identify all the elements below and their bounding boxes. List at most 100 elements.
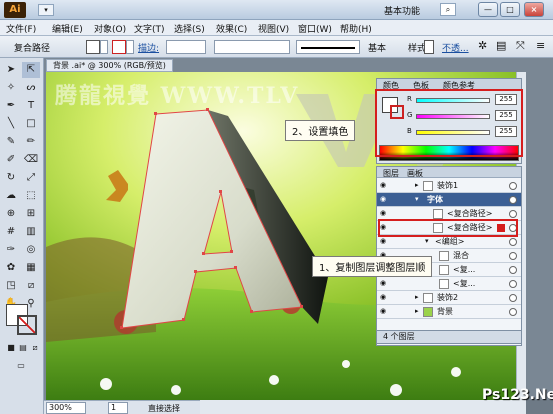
magic-wand-icon[interactable]: ✧ [2, 80, 20, 96]
gradient-tool-icon[interactable]: ▥ [22, 224, 40, 240]
variable-width-select[interactable] [214, 40, 290, 54]
layer-name[interactable]: 混合 [453, 249, 469, 262]
visibility-eye-icon[interactable]: ◉ [380, 307, 389, 316]
layer-target-icon[interactable] [509, 182, 517, 190]
layer-name[interactable]: <复... [453, 263, 475, 276]
pencil-icon[interactable]: ✏ [22, 134, 40, 150]
stroke-profile-select[interactable] [296, 40, 360, 54]
menu-window[interactable]: 窗口(W) [298, 22, 332, 35]
warp-tool-icon[interactable]: ☁ [2, 188, 20, 204]
layer-target-icon[interactable] [509, 252, 517, 260]
lasso-icon[interactable]: ᔕ [22, 80, 40, 96]
zoom-field[interactable]: 300% [46, 402, 86, 414]
scale-tool-icon[interactable]: ⤢ [22, 170, 40, 186]
stroke-swatch[interactable] [112, 40, 126, 54]
menu-select[interactable]: 选择(S) [174, 22, 205, 35]
close-button[interactable]: × [524, 2, 544, 17]
horizontal-scrollbar[interactable] [200, 400, 526, 414]
rotate-tool-icon[interactable]: ↻ [2, 170, 20, 186]
shape-builder-icon[interactable]: ⊕ [2, 206, 20, 222]
layer-target-icon[interactable] [509, 266, 517, 274]
layer-name[interactable]: 装饰1 [437, 179, 458, 192]
expand-arrow-icon[interactable]: ▸ [415, 305, 419, 318]
toolbox: ➤ ⇱ ✧ ᔕ ✒ T ╲ □ ✎ ✏ ✐ ⌫ ↻ ⤢ ☁ ⬚ ⊕ ⊞ # ▥ … [0, 58, 44, 414]
expand-arrow-icon[interactable]: ▾ [415, 193, 419, 206]
tab-artboards[interactable]: 画板 [407, 168, 423, 179]
fill-swatch[interactable] [86, 40, 100, 54]
maximize-button[interactable]: □ [500, 2, 520, 17]
graph-tool-icon[interactable]: ▦ [22, 260, 40, 276]
layer-row[interactable]: ◉ <复... [377, 277, 521, 291]
layer-target-icon[interactable] [509, 196, 517, 204]
status-bar: 300% 1 直接选择 [44, 400, 200, 414]
layer-row[interactable]: ◉ ▸ 背景 [377, 305, 521, 319]
slice-tool-icon[interactable]: ⧄ [22, 278, 40, 294]
layer-target-icon[interactable] [509, 308, 517, 316]
layer-name[interactable]: 装饰2 [437, 291, 458, 304]
expand-arrow-icon[interactable]: ▸ [415, 179, 419, 192]
artboard-page-field[interactable]: 1 [108, 402, 128, 414]
layer-target-icon[interactable] [509, 294, 517, 302]
menu-view[interactable]: 视图(V) [258, 22, 289, 35]
stroke-label[interactable]: 描边: [138, 41, 159, 54]
title-dropdown-icon[interactable]: ▾ [38, 4, 54, 16]
workspace-switcher[interactable]: 基本功能 [384, 4, 420, 17]
visibility-eye-icon[interactable]: ◉ [380, 209, 389, 218]
expand-arrow-icon[interactable]: ▸ [415, 291, 419, 304]
eyedropper-icon[interactable]: ✑ [2, 242, 20, 258]
symbol-sprayer-icon[interactable]: ✿ [2, 260, 20, 276]
visibility-eye-icon[interactable]: ◉ [380, 293, 389, 302]
menu-edit[interactable]: 编辑(E) [52, 22, 83, 35]
layer-row[interactable]: ◉ ▸ 装饰2 [377, 291, 521, 305]
mesh-tool-icon[interactable]: # [2, 224, 20, 240]
menu-file[interactable]: 文件(F) [6, 22, 36, 35]
paintbrush-icon[interactable]: ✎ [2, 134, 20, 150]
menu-object[interactable]: 对象(O) [94, 22, 126, 35]
stroke-weight-input[interactable] [166, 40, 206, 54]
type-tool-icon[interactable]: T [22, 98, 40, 114]
visibility-eye-icon[interactable]: ◉ [380, 181, 389, 190]
document-tab[interactable]: 背景 .ai* @ 300% (RGB/预览) [46, 59, 173, 72]
visibility-eye-icon[interactable]: ◉ [380, 279, 389, 288]
menu-effect[interactable]: 效果(C) [216, 22, 247, 35]
free-transform-icon[interactable]: ⬚ [22, 188, 40, 204]
menu-help[interactable]: 帮助(H) [340, 22, 372, 35]
search-icon[interactable]: ⌕ [440, 3, 456, 16]
blob-brush-icon[interactable]: ✐ [2, 152, 20, 168]
eraser-icon[interactable]: ⌫ [22, 152, 40, 168]
minimize-button[interactable]: — [478, 2, 498, 17]
rectangle-tool-icon[interactable]: □ [22, 116, 40, 132]
stroke-color-box[interactable] [17, 315, 37, 335]
blend-tool-icon[interactable]: ◎ [22, 242, 40, 258]
layer-target-icon[interactable] [509, 238, 517, 246]
none-mode-icon[interactable]: ⧄ [26, 340, 44, 356]
menu-type[interactable]: 文字(T) [134, 22, 165, 35]
artboard-tool-icon[interactable]: ◳ [2, 278, 20, 294]
stroke-dropdown-icon[interactable] [126, 40, 134, 54]
transform-icon[interactable]: ⤧ [516, 39, 525, 53]
align-icon[interactable]: ▤ [496, 39, 506, 52]
screen-mode-icon[interactable]: ▭ [12, 358, 30, 374]
layer-name[interactable]: 字体 [427, 193, 443, 206]
selection-tool-icon[interactable]: ➤ [2, 62, 20, 78]
fill-dropdown-icon[interactable] [100, 40, 108, 54]
layer-row[interactable]: ◉ ▾ <编组> [377, 235, 521, 249]
layer-row[interactable]: ◉ ▸ 装饰1 [377, 179, 521, 193]
layer-target-icon[interactable] [509, 210, 517, 218]
recolor-icon[interactable]: ✲ [478, 39, 487, 52]
opacity-label[interactable]: 不透... [442, 41, 469, 54]
graphic-style-swatch[interactable] [424, 40, 434, 54]
direct-selection-tool-icon[interactable]: ⇱ [22, 62, 40, 78]
layer-name[interactable]: <复... [453, 277, 475, 290]
visibility-eye-icon[interactable]: ◉ [380, 195, 389, 204]
visibility-eye-icon[interactable]: ◉ [380, 237, 389, 246]
line-tool-icon[interactable]: ╲ [2, 116, 20, 132]
layer-row-selected[interactable]: ◉ ▾ 字体 [377, 193, 521, 207]
panel-menu-icon[interactable]: ≡ [536, 39, 545, 52]
layer-name[interactable]: 背景 [437, 305, 453, 318]
pen-tool-icon[interactable]: ✒ [2, 98, 20, 114]
layer-target-icon[interactable] [509, 280, 517, 288]
perspective-grid-icon[interactable]: ⊞ [22, 206, 40, 222]
tab-layers[interactable]: 图层 [383, 168, 399, 179]
layers-panel-tabs: 图层 画板 [377, 167, 521, 178]
